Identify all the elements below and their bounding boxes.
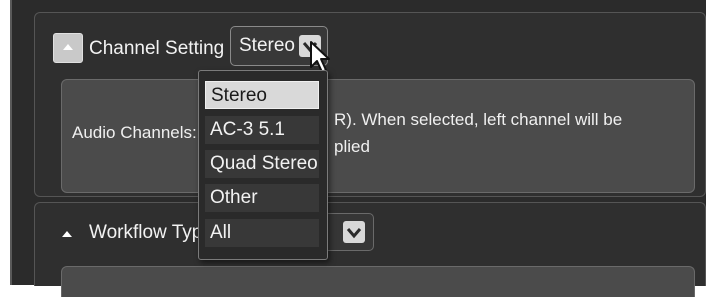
channel-setting-panel: Channel Setting Audio Channels: R). When… <box>34 12 706 197</box>
workflow-content-box <box>61 266 695 297</box>
collapse-channel-button[interactable] <box>53 33 83 63</box>
collapse-arrow-icon <box>63 44 73 50</box>
audio-channels-description-line2: plied <box>334 137 370 156</box>
channel-setting-dropdown: Stereo AC-3 5.1 Quad Stereo Other All <box>198 70 328 260</box>
channel-setting-value: Stereo <box>239 35 295 56</box>
collapse-workflow-button[interactable] <box>53 221 81 249</box>
dropdown-option-ac3[interactable]: AC-3 5.1 <box>205 116 319 144</box>
collapse-arrow-icon <box>62 231 72 237</box>
audio-channels-label: Audio Channels: <box>72 123 197 142</box>
workflow-type-title: Workflow Typ <box>89 222 203 243</box>
chevron-down-icon[interactable] <box>343 221 365 243</box>
dropdown-option-other[interactable]: Other <box>205 184 319 212</box>
dropdown-option-stereo[interactable]: Stereo <box>205 81 319 109</box>
audio-channels-description-line1: R). When selected, left channel will be <box>334 110 623 129</box>
dropdown-option-all[interactable]: All <box>205 219 319 247</box>
dropdown-option-quad-stereo[interactable]: Quad Stereo <box>205 150 319 178</box>
audio-channels-box: Audio Channels: R). When selected, left … <box>61 79 695 193</box>
channel-setting-title: Channel Setting <box>89 38 225 59</box>
